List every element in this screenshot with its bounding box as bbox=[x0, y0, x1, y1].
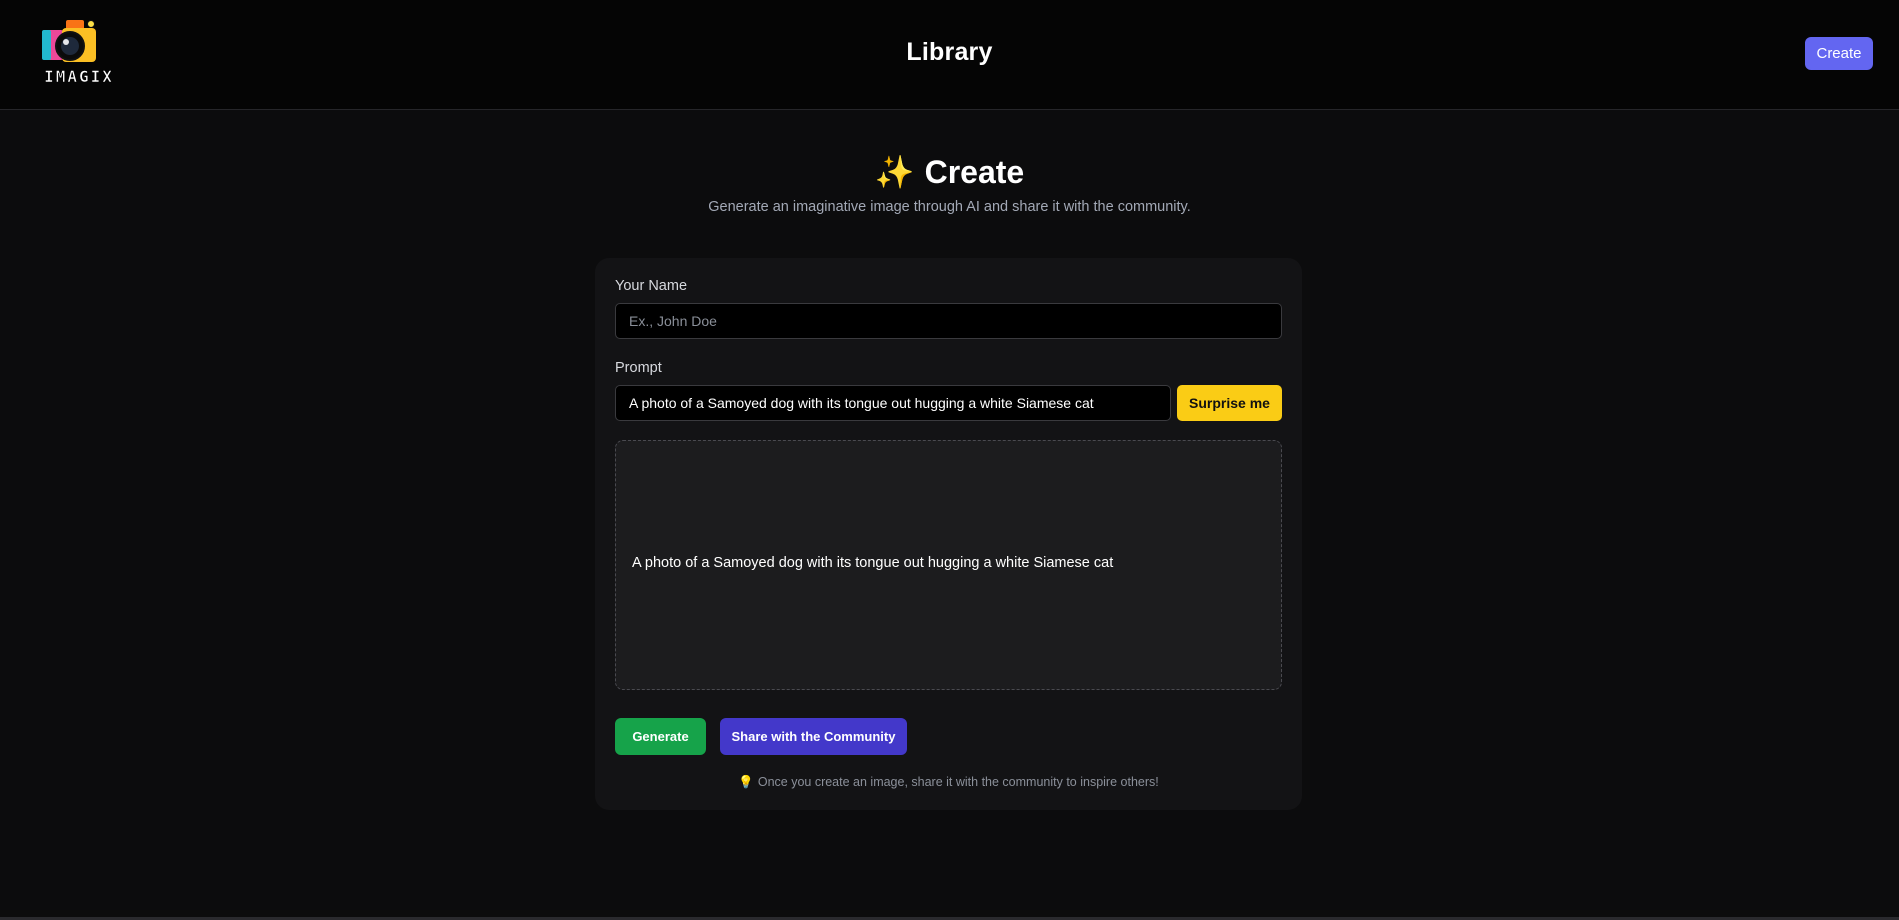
header-create-button[interactable]: Create bbox=[1805, 37, 1873, 70]
image-alt-text: A photo of a Samoyed dog with its tongue… bbox=[632, 555, 1114, 571]
name-label: Your Name bbox=[615, 278, 688, 294]
page-title: Library bbox=[906, 38, 993, 66]
logo-wordmark: IMAGIX bbox=[44, 67, 114, 86]
create-heading-text: Create bbox=[924, 154, 1025, 190]
generate-button[interactable]: Generate bbox=[615, 718, 706, 755]
broken-image-alt: A photo of a Samoyed dog with its tongue… bbox=[630, 555, 1113, 571]
surprise-me-button[interactable]: Surprise me bbox=[1177, 385, 1282, 421]
top-header: IMAGIX Library Create bbox=[0, 0, 1899, 110]
share-tip-text: Once you create an image, share it with … bbox=[757, 775, 1159, 789]
name-input[interactable] bbox=[615, 303, 1282, 339]
create-subtitle: Generate an imaginative image through AI… bbox=[708, 199, 1191, 215]
share-community-button[interactable]: Share with the Community bbox=[720, 718, 907, 755]
sparkles-icon: ✨ bbox=[874, 154, 915, 190]
prompt-input[interactable] bbox=[615, 385, 1171, 421]
share-tip: 💡 Once you create an image, share it with… bbox=[595, 775, 1302, 790]
create-form-card: Your Name Prompt Surprise me A photo of … bbox=[595, 258, 1302, 810]
image-preview: A photo of a Samoyed dog with its tongue… bbox=[615, 440, 1282, 690]
lightbulb-icon: 💡 bbox=[738, 775, 754, 789]
create-heading: ✨ Create bbox=[0, 153, 1899, 191]
prompt-label: Prompt bbox=[615, 360, 662, 376]
